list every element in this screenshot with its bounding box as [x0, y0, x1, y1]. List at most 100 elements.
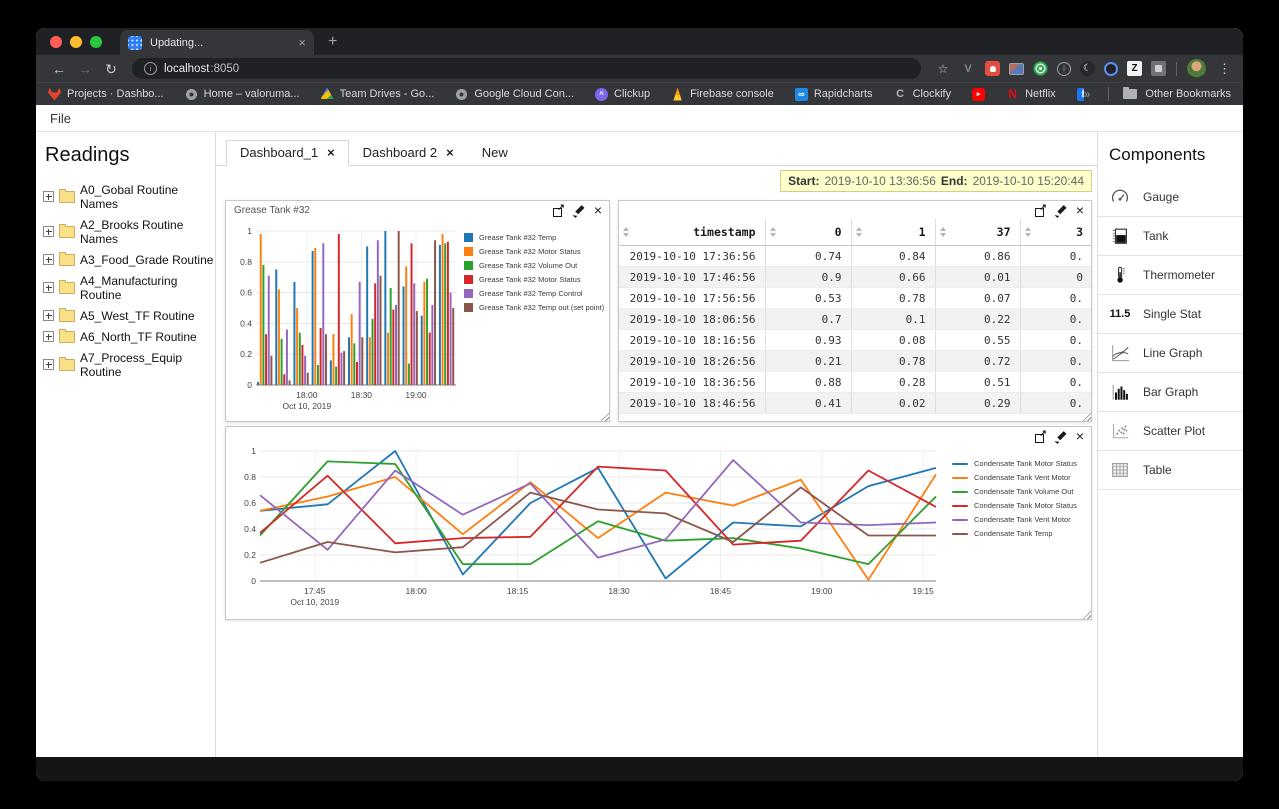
- bookmark-firebase[interactable]: Firebase console: [671, 87, 774, 101]
- sort-icon[interactable]: [623, 227, 629, 237]
- component-item-bar-graph[interactable]: Bar Graph: [1098, 373, 1243, 412]
- bookmark-clockify[interactable]: C Clockify: [894, 88, 951, 101]
- component-item-table[interactable]: Table: [1098, 451, 1243, 490]
- tab-label: New: [481, 144, 508, 160]
- component-item-tank[interactable]: Tank: [1098, 217, 1243, 256]
- open-external-icon[interactable]: ↗: [1034, 202, 1047, 217]
- bookmarks-overflow-icon[interactable]: »: [1084, 87, 1091, 101]
- circle-ext-icon[interactable]: [1104, 61, 1118, 76]
- condensate-tank-line-chart[interactable]: 0 0.2 0.4 0.6 0.8 1 17:45 18:00 18:15 18:30 18:45 1…: [234, 443, 944, 613]
- legend-item[interactable]: Grease Tank #32 Volume Out: [464, 261, 604, 270]
- vimium-icon[interactable]: V: [960, 61, 976, 77]
- adblock-icon[interactable]: [985, 61, 1000, 76]
- expand-plus-icon[interactable]: [43, 359, 54, 370]
- reading-folder-item[interactable]: A0_Gobal Routine Names: [43, 179, 215, 214]
- bookmark-gitlab[interactable]: Projects · Dashbo...: [48, 87, 164, 101]
- column-header-0[interactable]: 0: [764, 219, 851, 246]
- bookmark-youtube[interactable]: ▸: [972, 87, 986, 101]
- edit-icon[interactable]: [1055, 205, 1067, 217]
- edit-icon[interactable]: [573, 205, 585, 217]
- info-ext-icon[interactable]: i: [1057, 61, 1071, 76]
- radar-ext-icon[interactable]: [1033, 61, 1048, 76]
- expand-plus-icon[interactable]: [43, 254, 54, 265]
- column-header-timestamp[interactable]: timestamp: [619, 219, 765, 246]
- expand-plus-icon[interactable]: [43, 310, 54, 321]
- close-icon[interactable]: ×: [1076, 203, 1084, 217]
- expand-plus-icon[interactable]: [43, 282, 54, 293]
- bookmark-clickup[interactable]: ^ Clickup: [595, 87, 650, 101]
- column-header-37[interactable]: 37: [934, 219, 1020, 246]
- screenshot-ext-icon[interactable]: [1009, 62, 1024, 75]
- sort-icon[interactable]: [1024, 227, 1031, 237]
- dashboard-tab-dashboard_1[interactable]: Dashboard_1 ×: [226, 140, 349, 166]
- sort-icon[interactable]: [769, 227, 776, 237]
- tab-close-icon[interactable]: ×: [327, 146, 335, 159]
- close-icon[interactable]: ×: [594, 203, 602, 217]
- reading-folder-item[interactable]: A7_Process_Equip Routine: [43, 347, 215, 382]
- window-close-button[interactable]: [50, 36, 62, 48]
- table-cell: 2019-10-10 17:46:56: [619, 266, 765, 288]
- bookmark-star-icon[interactable]: ☆: [935, 61, 951, 77]
- edit-icon[interactable]: [1055, 431, 1067, 443]
- browser-menu-icon[interactable]: ⋮: [1210, 61, 1233, 77]
- profile-avatar[interactable]: [1187, 59, 1206, 78]
- tab-close-icon[interactable]: ×: [298, 36, 306, 49]
- component-item-thermometer[interactable]: Thermometer: [1098, 256, 1243, 295]
- column-header-1[interactable]: 1: [850, 219, 935, 246]
- legend-item[interactable]: Grease Tank #32 Temp out (set point): [464, 303, 604, 312]
- site-info-icon[interactable]: i: [144, 62, 157, 75]
- reading-folder-item[interactable]: A2_Brooks Routine Names: [43, 214, 215, 249]
- component-item-single-stat[interactable]: 11.5 Single Stat: [1098, 295, 1243, 334]
- bookmark-gear[interactable]: Google Cloud Con...: [455, 87, 574, 101]
- component-item-line-graph[interactable]: Line Graph: [1098, 334, 1243, 373]
- open-external-icon[interactable]: ↗: [552, 202, 565, 217]
- dark-reader-icon[interactable]: ☾: [1080, 61, 1095, 76]
- dashboard-tab-dashboard-2[interactable]: Dashboard 2 ×: [349, 140, 468, 166]
- other-bookmarks[interactable]: Other Bookmarks: [1145, 88, 1231, 100]
- sort-icon[interactable]: [855, 227, 862, 237]
- legend-item[interactable]: Grease Tank #32 Motor Status: [464, 275, 604, 284]
- bookmark-netflix[interactable]: N Netflix: [1006, 88, 1055, 101]
- window-zoom-button[interactable]: [90, 36, 102, 48]
- reading-folder-item[interactable]: A4_Manufacturing Routine: [43, 270, 215, 305]
- reading-folder-item[interactable]: A6_North_TF Routine: [43, 326, 215, 347]
- address-bar[interactable]: i localhost :8050: [132, 58, 921, 79]
- new-tab-button[interactable]: +: [314, 33, 349, 55]
- expand-plus-icon[interactable]: [43, 226, 54, 237]
- browser-tab[interactable]: Updating... ×: [120, 30, 314, 55]
- legend-item[interactable]: Grease Tank #32 Motor Status: [464, 247, 604, 256]
- legend-item[interactable]: Condensate Tank Motor Status: [952, 501, 1077, 510]
- dashboard-tab-new[interactable]: New: [468, 140, 522, 166]
- component-item-scatter-plot[interactable]: Scatter Plot: [1098, 412, 1243, 451]
- legend-item[interactable]: Grease Tank #32 Temp: [464, 233, 604, 242]
- column-header-3[interactable]: 3: [1019, 219, 1091, 246]
- tab-close-icon[interactable]: ×: [446, 146, 454, 159]
- forward-icon[interactable]: →: [74, 62, 96, 76]
- flash-ext-icon[interactable]: Z: [1127, 61, 1142, 76]
- open-external-icon[interactable]: ↗: [1034, 428, 1047, 443]
- legend-item[interactable]: Grease Tank #32 Temp Control: [464, 289, 604, 298]
- expand-plus-icon[interactable]: [43, 331, 54, 342]
- bookmark-gear[interactable]: Home – valoruma...: [184, 87, 300, 101]
- gray-ext-icon[interactable]: [1151, 61, 1166, 76]
- browser-tab-strip: Updating... × +: [36, 28, 1243, 55]
- bookmark-facebook[interactable]: f: [1076, 87, 1084, 101]
- legend-item[interactable]: Condensate Tank Vent Motor: [952, 515, 1077, 524]
- expand-plus-icon[interactable]: [43, 191, 54, 202]
- legend-item[interactable]: Condensate Tank Motor Status: [952, 459, 1077, 468]
- bookmark-rapidcharts[interactable]: ∞ Rapidcharts: [794, 87, 873, 101]
- grease-tank-bar-chart[interactable]: 0 0.2 0.4 0.6 0.8 1 18:00 18:30 19:00 Oct 10, 201…: [232, 221, 458, 415]
- reading-folder-item[interactable]: A5_West_TF Routine: [43, 305, 215, 326]
- component-item-gauge[interactable]: Gauge: [1098, 178, 1243, 217]
- reading-folder-item[interactable]: A3_Food_Grade Routine: [43, 249, 215, 270]
- sort-icon[interactable]: [939, 227, 946, 237]
- back-icon[interactable]: ←: [48, 62, 70, 76]
- legend-item[interactable]: Condensate Tank Temp: [952, 529, 1077, 538]
- window-minimize-button[interactable]: [70, 36, 82, 48]
- close-icon[interactable]: ×: [1076, 429, 1084, 443]
- bookmark-drive[interactable]: Team Drives - Go...: [320, 87, 434, 101]
- menu-file[interactable]: File: [50, 111, 71, 126]
- legend-item[interactable]: Condensate Tank Vent Motor: [952, 473, 1077, 482]
- reload-icon[interactable]: ↻: [100, 62, 122, 76]
- legend-item[interactable]: Condensate Tank Volume Out: [952, 487, 1077, 496]
